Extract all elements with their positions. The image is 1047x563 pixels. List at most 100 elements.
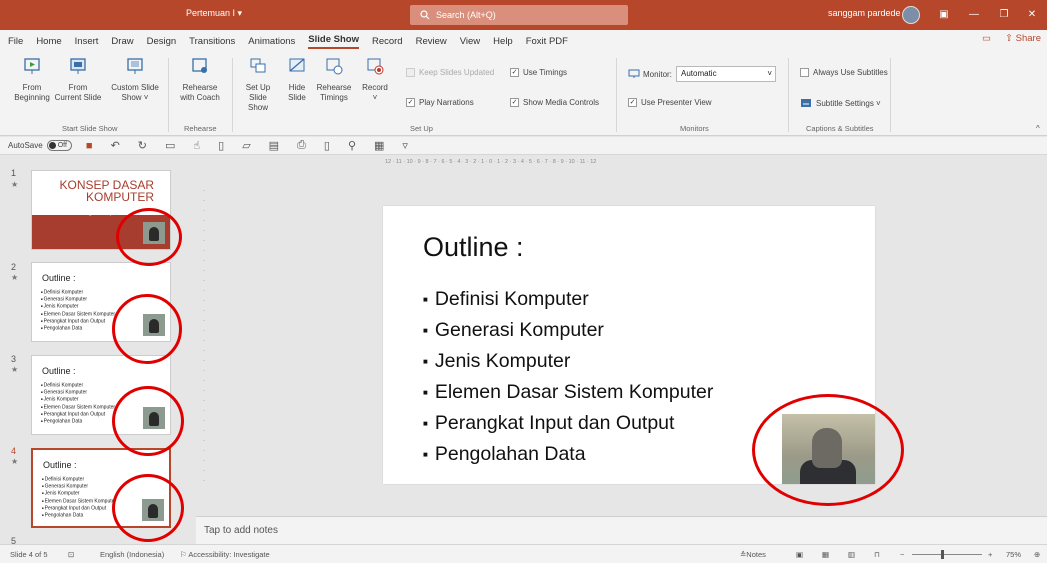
search-box[interactable]: Search (Alt+Q) [410,5,628,25]
undo-icon[interactable]: ↶ [111,139,120,152]
record-icon [367,58,384,75]
group-captions: Captions & Subtitles [806,124,874,133]
from-beginning-label-1: From [22,83,42,92]
thumb-number: 3 [11,354,17,364]
tab-transitions[interactable]: Transitions [189,36,235,47]
slide-bullet: Elemen Dasar Sistem Komputer [423,377,714,408]
layout-icon[interactable]: ▦ [374,139,384,152]
custom-show-label-2: Show ˅ [121,93,149,102]
use-timings-checkbox[interactable]: ✓ Use Timings [510,68,567,77]
play-narrations-checkbox[interactable]: ✓ Play Narrations [406,98,474,107]
tab-foxit-pdf[interactable]: Foxit PDF [526,36,568,47]
notes-button[interactable]: ≙Notes [740,550,766,559]
share-button[interactable]: ⇧ Share [1005,33,1041,44]
comments-icon[interactable]: ▭ [982,33,991,44]
from-beginning-button[interactable]: From Beginning [14,56,50,103]
rehearse-coach-label-2: with Coach [180,93,220,102]
language-status[interactable]: English (Indonesia) [100,550,164,559]
thumb-bullets: Definisi Komputer Generasi Komputer Jeni… [41,382,115,425]
slide-title[interactable]: Outline : [423,232,524,263]
tab-help[interactable]: Help [493,36,513,47]
user-name[interactable]: sanggam pardede [828,8,901,18]
animation-star-icon: ★ [11,180,19,189]
thumb-bullet: Jenis Komputer [41,396,115,403]
tab-record[interactable]: Record [372,36,403,47]
use-presenter-view-checkbox[interactable]: ✓ Use Presenter View [628,98,712,107]
rehearse-with-coach-button[interactable]: Rehearse with Coach [176,56,224,103]
slide-bullet: Perangkat Input dan Output [423,408,713,439]
spell-check-icon[interactable]: ⊡ [68,550,74,559]
ribbon-display-icon[interactable]: ▣ [936,6,952,22]
new-file-icon[interactable]: ▯ [218,139,224,152]
notes-pane[interactable]: Tap to add notes [196,516,1047,544]
horizontal-ruler: 12 · 11 · 10 · 9 · 8 · 7 · 6 · 5 · 4 · 3… [385,159,597,165]
open-folder-icon[interactable]: ▱ [242,139,250,152]
restore-icon[interactable]: ❐ [996,6,1012,22]
normal-view-icon[interactable]: ▣ [796,550,803,559]
minimize-icon[interactable]: — [966,6,982,22]
zoom-level[interactable]: 75% [1006,550,1021,559]
tab-draw[interactable]: Draw [111,36,133,47]
from-current-slide-button[interactable]: From Current Slide [54,56,102,103]
play-from-current-icon [70,58,86,74]
fit-to-window-icon[interactable]: ⊕ [1034,550,1040,559]
subtitle-settings-button[interactable]: Subtitle Settings ˅ [800,98,881,108]
share-label: Share [1015,33,1041,44]
document-title[interactable]: Pertemuan I ▾ [186,8,242,19]
zoom-slider-thumb[interactable] [941,550,944,559]
tab-view[interactable]: View [460,36,480,47]
print-icon[interactable]: ⎙ [297,139,306,152]
presenter-view-label: Use Presenter View [641,98,712,107]
slide-sorter-icon[interactable]: ▦ [822,550,829,559]
thumb-bullet: Generasi Komputer [42,483,116,490]
thumb-bullet: Perangkat Input dan Output [41,411,115,418]
reading-view-icon[interactable]: ▥ [848,550,855,559]
tab-insert[interactable]: Insert [75,36,99,47]
preview-icon[interactable]: ▯ [324,139,330,152]
slide-bullet-list[interactable]: Definisi Komputer Generasi Komputer Jeni… [423,284,714,471]
play-from-start-icon [24,58,40,74]
show-media-controls-checkbox[interactable]: ✓ Show Media Controls [510,98,599,107]
thumb-bullet: Pengolahan Data [41,418,115,425]
save-icon[interactable]: ■ [86,140,93,152]
set-up-slide-show-button[interactable]: Set Up Slide Show [238,56,278,113]
title-bar: Pertemuan I ▾ Search (Alt+Q) sanggam par… [0,0,1047,30]
accessibility-status[interactable]: ⚐ Accessibility: Investigate [180,550,270,559]
zoom-in-icon[interactable]: + [988,550,992,559]
tab-home[interactable]: Home [36,36,61,47]
tab-review[interactable]: Review [416,36,447,47]
custom-slide-show-button[interactable]: Custom Slide Show ˅ [110,56,160,103]
rehearse-timings-button[interactable]: Rehearse Timings [316,56,352,103]
from-current-label-2: Current Slide [54,93,102,102]
slide-thumbnail-pane: 1 ★ KONSEP DASAR KOMPUTER Pengantar Kompu… [0,156,196,544]
always-use-subtitles-checkbox[interactable]: Always Use Subtitles [800,68,888,77]
group-start-slide-show: Start Slide Show [62,124,118,133]
autosave-toggle[interactable]: Off [46,140,72,151]
record-button[interactable]: Record ˅ [358,56,392,103]
zoom-out-icon[interactable]: − [900,550,904,559]
redo-icon[interactable]: ↻ [138,139,147,152]
customize-qat-icon[interactable]: ▿ [402,139,408,152]
format-painter-icon[interactable]: ⚲ [348,139,356,152]
touch-mode-icon[interactable]: ☝ [193,139,200,152]
group-separator [890,58,891,132]
thumb-bullet: Definisi Komputer [42,476,116,483]
monitor-select[interactable]: Automatic ˅ [676,66,776,82]
start-from-beginning-icon[interactable]: ▭ [165,139,175,152]
tab-slide-show[interactable]: Slide Show [308,34,359,49]
tab-file[interactable]: File [8,36,23,47]
close-icon[interactable]: ✕ [1024,6,1040,22]
slide-bullet: Pengolahan Data [423,439,713,470]
thumb-bullets: Definisi Komputer Generasi Komputer Jeni… [41,289,115,332]
keep-slides-updated-checkbox[interactable]: Keep Slides Updated [406,68,494,77]
zoom-slider[interactable] [912,554,982,555]
monitor-label: Monitor: [628,69,672,79]
tab-animations[interactable]: Animations [248,36,295,47]
tab-design[interactable]: Design [147,36,177,47]
collapse-ribbon-icon[interactable]: ^ [1036,124,1040,133]
hide-slide-button[interactable]: Hide Slide [282,56,312,103]
slide-show-icon[interactable]: ⊓ [874,550,880,559]
avatar[interactable] [902,6,920,24]
thumb-bullet: Perangkat Input dan Output [42,505,116,512]
photo-album-icon[interactable]: ▤ [269,139,279,152]
